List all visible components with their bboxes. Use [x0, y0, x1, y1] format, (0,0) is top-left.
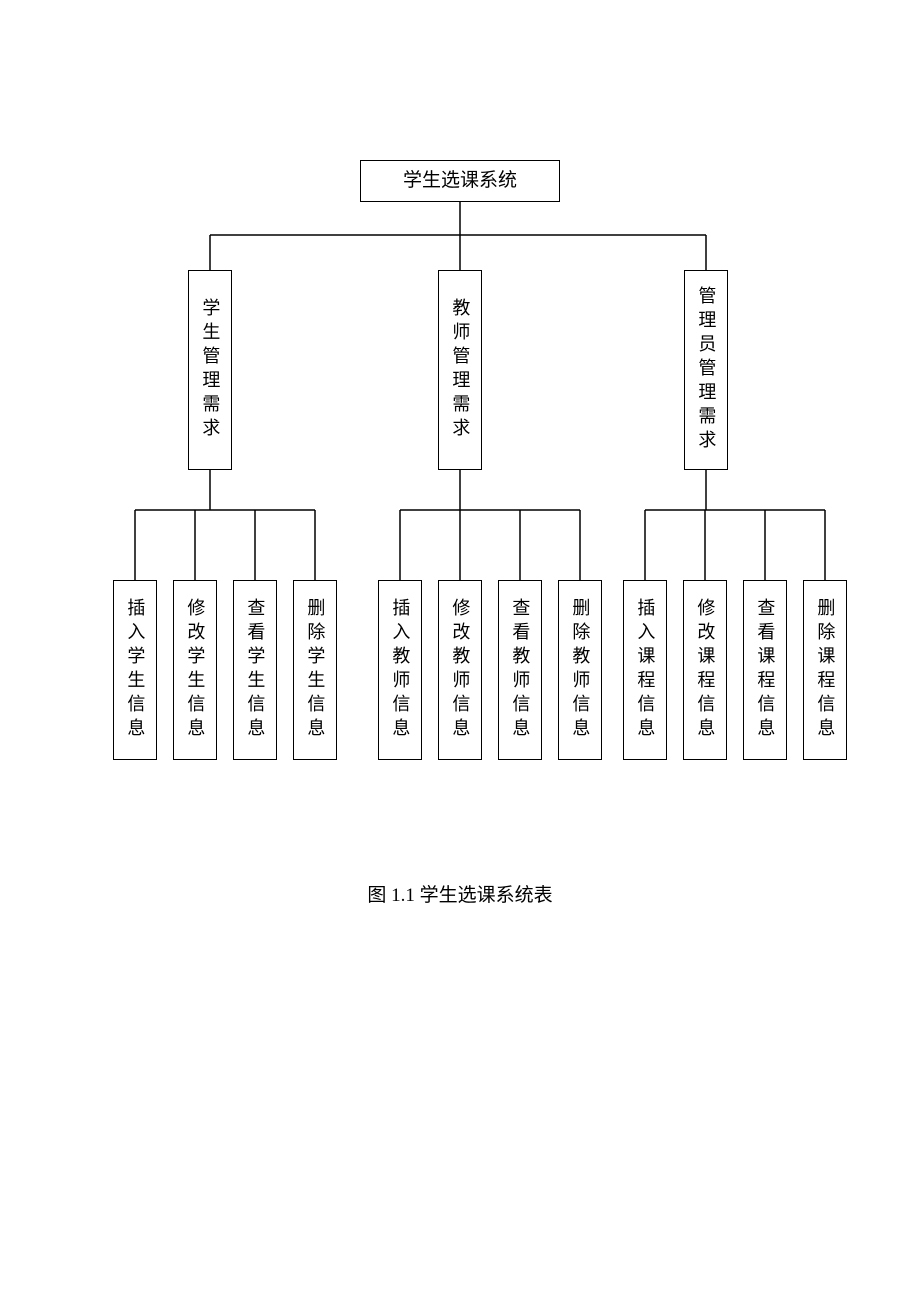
leaf-node: 删除课程信息	[803, 580, 847, 760]
figure-caption: 图 1.1 学生选课系统表	[0, 880, 920, 907]
leaf-node: 删除教师信息	[558, 580, 602, 760]
leaf-node: 删除学生信息	[293, 580, 337, 760]
mid-node-admin: 管理员管理需求	[684, 270, 728, 470]
leaf-node: 查看学生信息	[233, 580, 277, 760]
leaf-node: 插入课程信息	[623, 580, 667, 760]
leaf-node: 插入学生信息	[113, 580, 157, 760]
mid-node-student: 学生管理需求	[188, 270, 232, 470]
leaf-node: 插入教师信息	[378, 580, 422, 760]
leaf-node: 修改教师信息	[438, 580, 482, 760]
leaf-node: 查看教师信息	[498, 580, 542, 760]
leaf-node: 查看课程信息	[743, 580, 787, 760]
root-node: 学生选课系统	[360, 160, 560, 202]
leaf-node: 修改课程信息	[683, 580, 727, 760]
mid-node-teacher: 教师管理需求	[438, 270, 482, 470]
leaf-node: 修改学生信息	[173, 580, 217, 760]
